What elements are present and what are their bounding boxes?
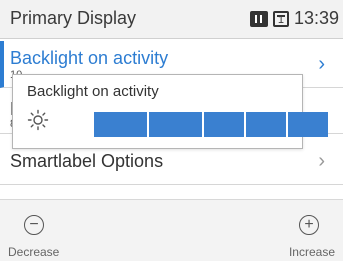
level-segment bbox=[149, 112, 202, 137]
level-bar[interactable] bbox=[94, 112, 328, 137]
increase-label: Increase bbox=[288, 245, 335, 259]
clock: 13:39 bbox=[293, 8, 339, 28]
level-segment bbox=[246, 112, 286, 137]
sun-icon bbox=[27, 109, 49, 131]
line-one-icon: 1 bbox=[272, 10, 289, 27]
menu-item-label: Backlight on activity bbox=[10, 48, 169, 68]
status-area: 1 13:39 bbox=[249, 8, 339, 29]
header-bar: Primary Display 1 13:39 bbox=[0, 0, 343, 39]
backlight-popup: Backlight on activity bbox=[12, 74, 328, 149]
decrease-label: Decrease bbox=[8, 245, 60, 259]
chevron-right-icon: › bbox=[318, 150, 325, 172]
popup-title: Backlight on activity bbox=[27, 83, 159, 100]
page-title: Primary Display bbox=[10, 8, 137, 28]
decrease-button[interactable]: − Decrease bbox=[0, 200, 80, 261]
level-segment bbox=[94, 112, 147, 137]
level-segment bbox=[204, 112, 244, 137]
increase-button[interactable]: + Increase bbox=[263, 200, 343, 261]
plus-circle-icon: + bbox=[299, 215, 319, 235]
level-segment bbox=[288, 112, 328, 137]
footer-bar: − Decrease + Increase bbox=[0, 199, 343, 261]
minus-circle-icon: − bbox=[24, 215, 44, 235]
chevron-right-icon: › bbox=[318, 53, 325, 75]
menu-item-label: Smartlabel Options bbox=[10, 151, 164, 171]
keypad-icon bbox=[249, 10, 268, 27]
